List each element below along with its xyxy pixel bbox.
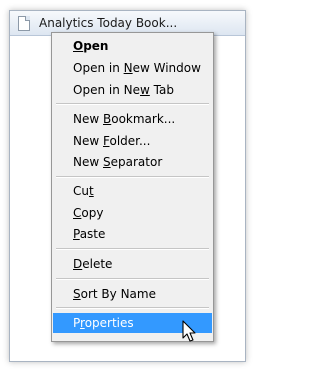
menu-separator [56, 248, 209, 250]
menu-item-open-new-tab[interactable]: Open in New Tab [53, 80, 212, 100]
menu-item-open-new-window[interactable]: Open in New Window [53, 58, 212, 78]
menu-item-copy[interactable]: Copy [53, 203, 212, 223]
menu-item-new-separator[interactable]: New Separator [53, 152, 212, 172]
menu-item-new-bookmark[interactable]: New Bookmark... [53, 109, 212, 129]
menu-separator [56, 278, 209, 280]
menu-item-cut[interactable]: Cut [53, 181, 212, 201]
page-icon [18, 16, 30, 31]
tab-title: Analytics Today Book... [39, 16, 178, 30]
menu-item-sort-by-name[interactable]: Sort By Name [53, 284, 212, 304]
menu-separator [56, 176, 209, 178]
menu-separator [56, 103, 209, 105]
menu-item-new-folder[interactable]: New Folder... [53, 131, 212, 151]
menu-item-paste[interactable]: Paste [53, 224, 212, 244]
menu-item-open[interactable]: Open [53, 36, 212, 56]
menu-separator [56, 307, 209, 309]
context-menu: Open Open in New Window Open in New Tab … [51, 32, 214, 342]
menu-item-delete[interactable]: Delete [53, 254, 212, 274]
arrow-cursor-icon [182, 320, 196, 342]
